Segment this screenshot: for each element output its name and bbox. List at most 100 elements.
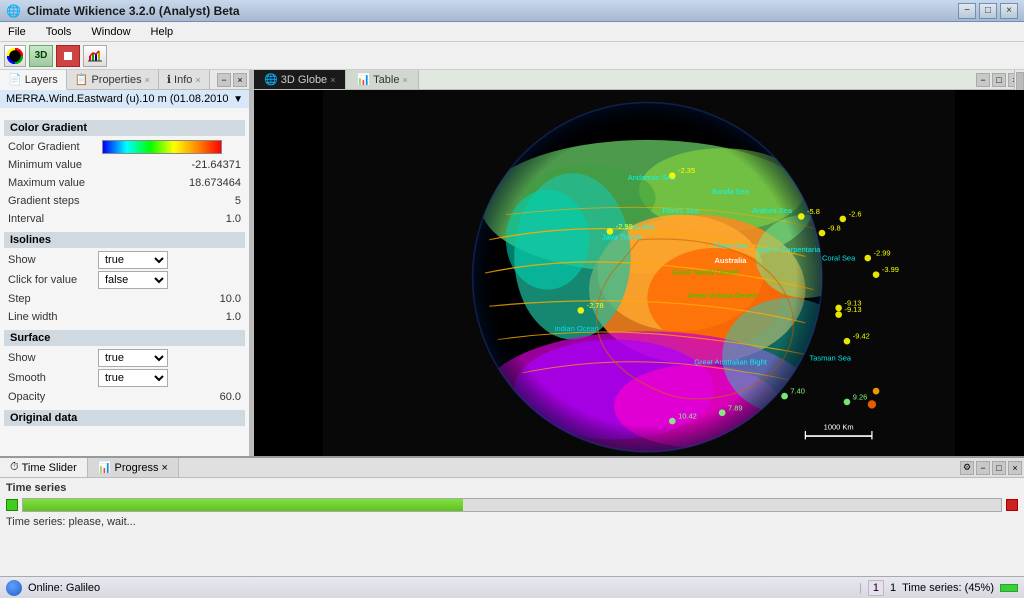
bottom-settings-btn[interactable]: ⚙ <box>960 461 974 475</box>
properties-icon: 📋 <box>75 73 89 86</box>
tab-time-slider[interactable]: ⏱ Time Slider <box>0 458 88 477</box>
status-online-label: Online: Galileo <box>28 582 100 594</box>
panel-close-btn[interactable]: × <box>233 73 247 87</box>
svg-text:9.26: 9.26 <box>853 392 868 401</box>
prop-step: Step 10.0 <box>4 290 245 308</box>
properties-tab-close[interactable]: × <box>145 75 150 85</box>
prop-steps: Gradient steps 5 <box>4 192 245 210</box>
svg-text:Flores Sea: Flores Sea <box>663 206 700 215</box>
svg-text:-2.35: -2.35 <box>678 166 695 175</box>
dataset-row: MERRA.Wind.Eastward (u).10 m (01.08.2010… <box>0 90 249 108</box>
time-slider-label: Time Slider <box>22 462 77 474</box>
status-counter: 1 <box>868 580 884 596</box>
tab-layers[interactable]: 📄 Layers <box>0 70 67 90</box>
globe-icon: 🌐 <box>264 73 278 86</box>
dataset-dropdown-icon[interactable]: ▼ <box>233 94 243 105</box>
globe-min-btn[interactable]: − <box>976 73 990 87</box>
prop-max: Maximum value 18.673464 <box>4 174 245 192</box>
menu-file[interactable]: File <box>4 26 30 38</box>
status-left: Online: Galileo <box>0 580 853 596</box>
bottom-panel: ⏱ Time Slider 📊 Progress × ⚙ − □ × Time … <box>0 456 1024 576</box>
step-value: 10.0 <box>98 293 241 305</box>
tab-properties[interactable]: 📋 Properties × <box>67 70 159 89</box>
interval-value: 1.0 <box>98 213 241 225</box>
svg-text:-2.99: -2.99 <box>616 222 633 231</box>
gradient-bar[interactable] <box>102 140 222 154</box>
tab-progress[interactable]: 📊 Progress × <box>88 458 179 477</box>
menu-tools[interactable]: Tools <box>42 26 76 38</box>
svg-text:Indian Ocean: Indian Ocean <box>554 324 598 333</box>
minimize-button[interactable]: − <box>958 3 976 19</box>
table-tab-label: Table <box>373 74 399 86</box>
stop-button[interactable] <box>56 45 80 67</box>
properties-content: Color Gradient Color Gradient Minimum va… <box>0 112 249 456</box>
tab-properties-label: Properties <box>91 74 141 86</box>
tab-3d-globe[interactable]: 🌐 3D Globe × <box>254 70 346 89</box>
prop-isolines-show: Show true false <box>4 250 245 270</box>
globe-tab-close[interactable]: × <box>330 75 335 85</box>
progress-tab-close[interactable]: × <box>162 462 168 474</box>
status-series-label: Time series: (45%) <box>902 582 994 594</box>
app-title: 🌐 Climate Wikience 3.2.0 (Analyst) Beta <box>6 4 240 18</box>
svg-text:Great Australian Bight: Great Australian Bight <box>694 358 768 367</box>
statusbar: Online: Galileo | 1 1 Time series: (45%) <box>0 576 1024 598</box>
toolbar: 3D <box>0 42 1024 70</box>
svg-text:-2.78: -2.78 <box>587 301 604 310</box>
left-panel: 📄 Layers 📋 Properties × ℹ Info × − × <box>0 70 250 456</box>
progress-stop-button[interactable] <box>1006 499 1018 511</box>
progress-bar[interactable] <box>22 498 1002 512</box>
globe-detach-btn[interactable]: □ <box>992 73 1006 87</box>
status-separator: | <box>859 582 862 594</box>
dataset-label: MERRA.Wind.Eastward (u).10 m (01.08.2010 <box>6 93 229 105</box>
info-tab-close[interactable]: × <box>195 75 200 85</box>
menu-window[interactable]: Window <box>87 26 134 38</box>
svg-text:Gulf of Carpentaria: Gulf of Carpentaria <box>757 245 821 254</box>
menu-help[interactable]: Help <box>147 26 178 38</box>
svg-text:1000 Km: 1000 Km <box>824 422 854 431</box>
menubar: File Tools Window Help <box>0 22 1024 42</box>
status-1: 1 <box>890 582 896 594</box>
progress-icon: 📊 <box>98 461 112 474</box>
panel-minimize-btn[interactable]: − <box>217 73 231 87</box>
window-controls: − □ × <box>958 3 1018 19</box>
svg-text:Arafura Sea: Arafura Sea <box>752 206 793 215</box>
linewidth-label: Line width <box>8 311 98 323</box>
surface-show-select[interactable]: true false <box>98 349 168 367</box>
table-icon: 📊 <box>356 73 370 86</box>
globe-area[interactable]: Andaman Sea Banda Sea Flores Sea Arafura… <box>254 90 1024 456</box>
layer-button[interactable]: 3D <box>29 45 53 67</box>
tab-table[interactable]: 📊 Table × <box>346 70 418 89</box>
gradient-label: Color Gradient <box>8 141 98 153</box>
opacity-value: 60.0 <box>98 391 241 403</box>
table-tab-close[interactable]: × <box>402 75 407 85</box>
maximize-button[interactable]: □ <box>979 3 997 19</box>
svg-text:-2.6: -2.6 <box>849 209 862 218</box>
smooth-label: Smooth <box>8 372 98 384</box>
chart-button[interactable] <box>83 45 107 67</box>
prop-min: Minimum value -21.64371 <box>4 156 245 174</box>
isolines-show-select[interactable]: true false <box>98 251 168 269</box>
progress-status-text: Time series: please, wait... <box>6 516 1018 528</box>
click-value-select[interactable]: false true <box>98 271 168 289</box>
bottom-min-btn[interactable]: − <box>976 461 990 475</box>
app-title-text: Climate Wikience 3.2.0 (Analyst) Beta <box>27 4 240 18</box>
svg-text:Andaman Sea: Andaman Sea <box>628 173 676 182</box>
status-activity-indicator <box>1000 584 1018 592</box>
globe-tab-label: 3D Globe <box>281 74 327 86</box>
min-value: -21.64371 <box>98 159 241 171</box>
svg-text:7.40: 7.40 <box>790 387 805 396</box>
isolines-show-label: Show <box>8 254 98 266</box>
main-area: 📄 Layers 📋 Properties × ℹ Info × − × <box>0 70 1024 576</box>
svg-text:-9.13: -9.13 <box>844 305 861 314</box>
color-wheel-button[interactable] <box>4 45 26 67</box>
svg-text:Timor Sea: Timor Sea <box>713 241 748 250</box>
step-label: Step <box>8 293 98 305</box>
close-button[interactable]: × <box>1000 3 1018 19</box>
prop-surface-show: Show true false <box>4 348 245 368</box>
bottom-close-btn[interactable]: × <box>1008 461 1022 475</box>
smooth-select[interactable]: true false <box>98 369 168 387</box>
status-globe-icon <box>6 580 22 596</box>
bottom-detach-btn[interactable]: □ <box>992 461 1006 475</box>
svg-text:Great Victoria Desert: Great Victoria Desert <box>687 291 758 300</box>
tab-info[interactable]: ℹ Info × <box>159 70 210 89</box>
